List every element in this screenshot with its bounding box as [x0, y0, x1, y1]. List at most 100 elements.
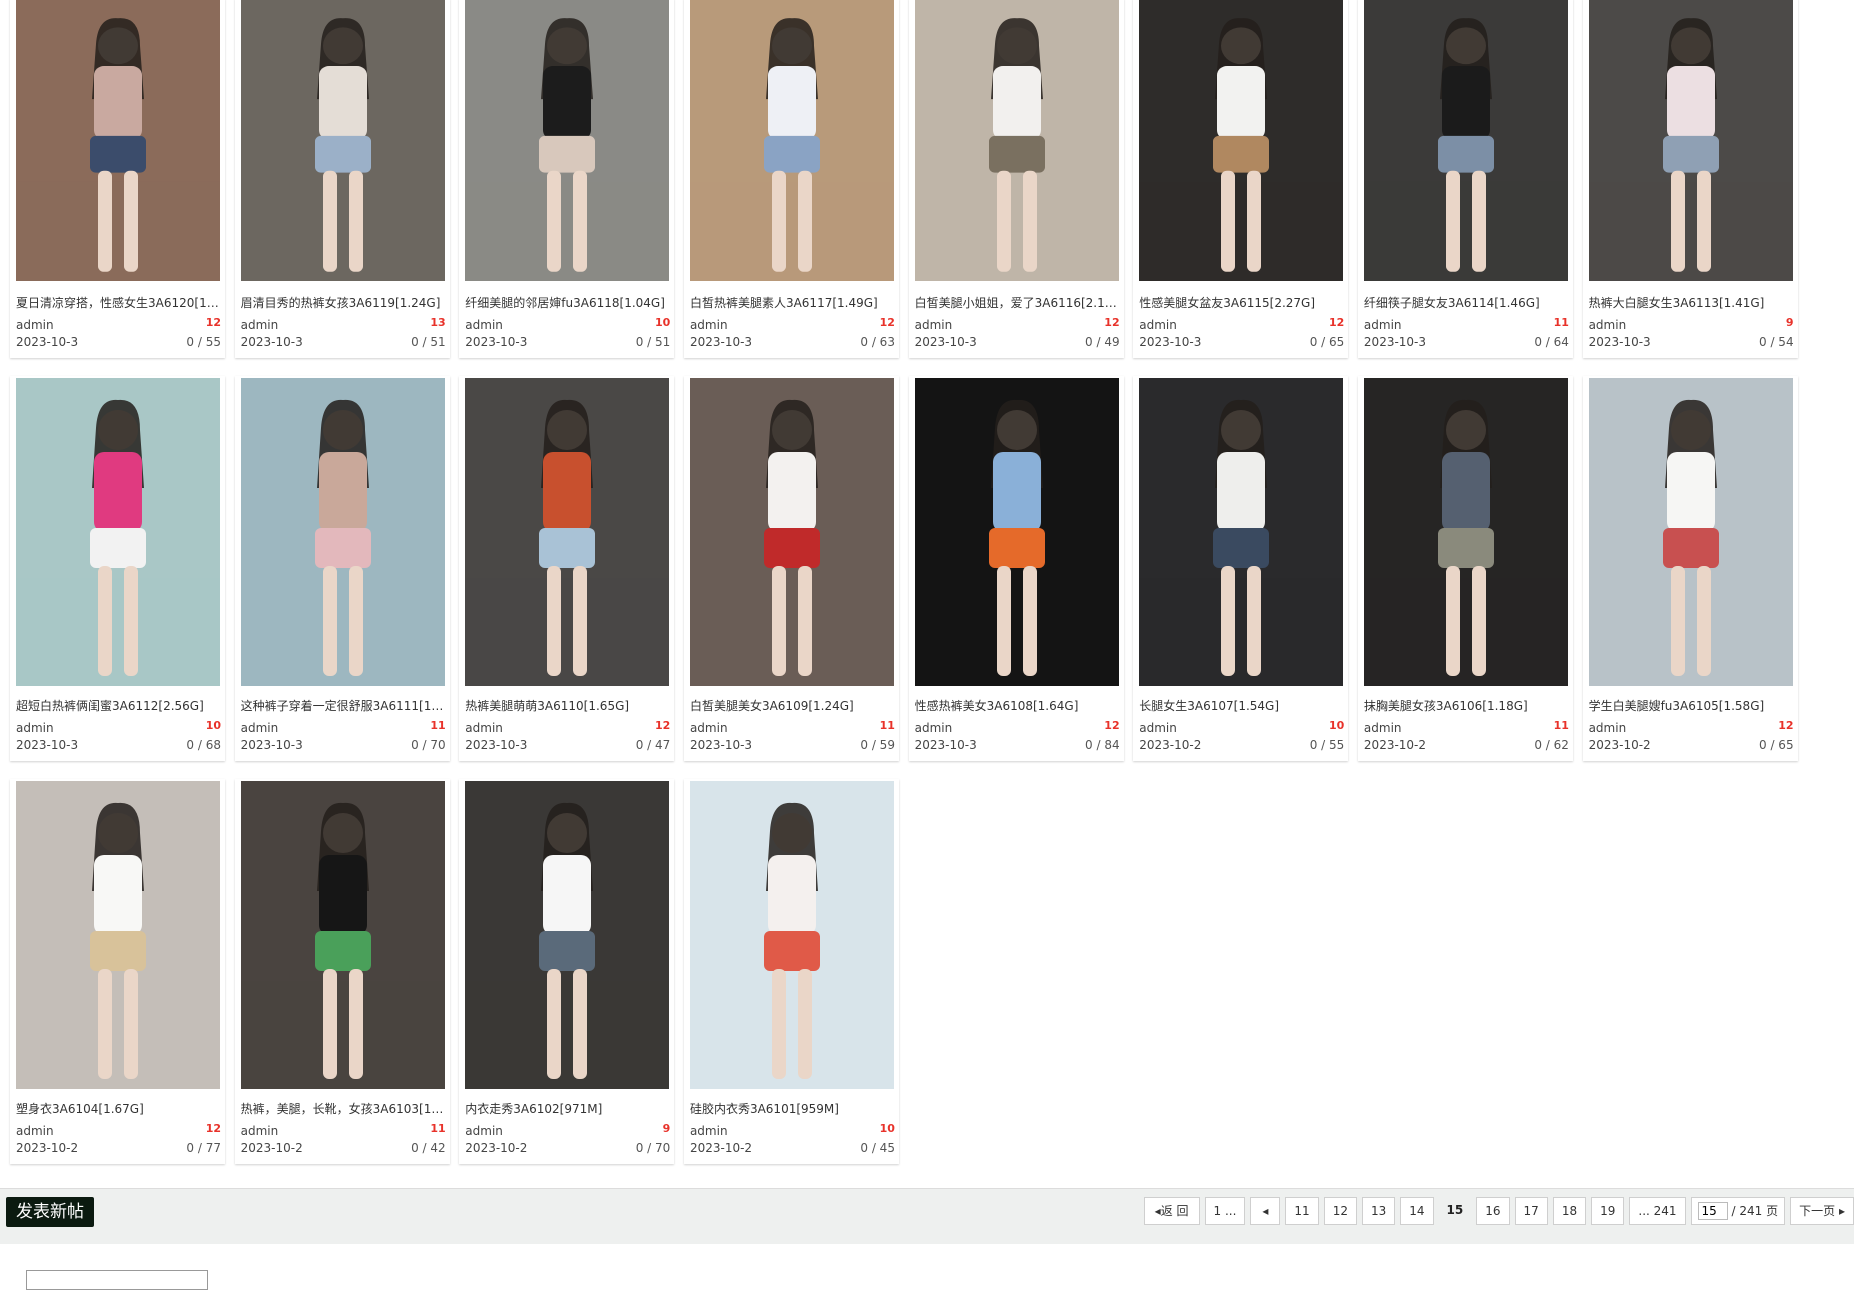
back-label: 返 回	[1160, 1204, 1189, 1218]
page-first[interactable]: 1 ...	[1204, 1197, 1246, 1225]
thread-author[interactable]: admin	[465, 318, 503, 332]
page-jump: / 241 页	[1690, 1197, 1786, 1225]
thread-date: 2023-10-2	[16, 1141, 79, 1155]
thread-title[interactable]: 内衣走秀3A6102[971M]	[465, 1100, 670, 1117]
thread-card[interactable]: 热裤美腿萌萌3A6110[1.65G] admin 12 2023-10-3 0 / 4…	[459, 376, 675, 761]
thread-title[interactable]: 热裤，美腿，长靴，女孩3A6103[1....	[241, 1100, 446, 1117]
thread-author[interactable]: admin	[241, 318, 279, 332]
thread-author[interactable]: admin	[16, 721, 54, 735]
thread-title[interactable]: 纤细筷子腿女友3A6114[1.46G]	[1364, 294, 1569, 311]
page-last[interactable]: ... 241	[1629, 1197, 1686, 1225]
thread-card[interactable]: 白皙美腿小姐姐，爱了3A6116[2.18G] admin 12 2023-10-3 0…	[908, 0, 1124, 358]
thread-card[interactable]: 塑身衣3A6104[1.67G] admin 12 2023-10-2 0 / 77	[10, 779, 225, 1164]
thread-title[interactable]: 眉清目秀的热裤女孩3A6119[1.24G]	[241, 294, 446, 311]
thread-title[interactable]: 这种裤子穿着一定很舒服3A6111[1....	[241, 697, 446, 714]
thread-author[interactable]: admin	[465, 1124, 503, 1138]
thread-title[interactable]: 超短白热裤俩闺蜜3A6112[2.56G]	[16, 697, 221, 714]
thread-author[interactable]: admin	[1364, 318, 1402, 332]
thread-author[interactable]: admin	[241, 1124, 279, 1138]
thread-card[interactable]: 长腿女生3A6107[1.54G] admin 10 2023-10-2 0 / 55	[1133, 376, 1349, 761]
thread-thumbnail[interactable]	[689, 0, 894, 281]
thread-author[interactable]: admin	[1589, 721, 1627, 735]
thread-thumbnail[interactable]	[16, 781, 220, 1089]
thread-thumbnail[interactable]	[1139, 378, 1344, 686]
page-link[interactable]: 17	[1514, 1197, 1548, 1225]
thread-card[interactable]: 纤细筷子腿女友3A6114[1.46G] admin 11 2023-10-3 0 / …	[1357, 0, 1573, 358]
thread-thumbnail[interactable]	[914, 0, 1119, 281]
thread-title[interactable]: 塑身衣3A6104[1.67G]	[16, 1100, 221, 1117]
thread-thumbnail[interactable]	[689, 781, 894, 1089]
thread-thumbnail[interactable]	[914, 378, 1119, 686]
thread-author[interactable]: admin	[690, 1124, 728, 1138]
thread-author[interactable]: admin	[915, 721, 953, 735]
thread-author[interactable]: admin	[1139, 721, 1177, 735]
thread-card[interactable]: 超短白热裤俩闺蜜3A6112[2.56G] admin 10 2023-10-3 0 /…	[10, 376, 225, 761]
thread-author[interactable]: admin	[690, 318, 728, 332]
page-link[interactable]: 16	[1476, 1197, 1510, 1225]
thread-thumbnail[interactable]	[1588, 378, 1793, 686]
thread-thumbnail[interactable]	[689, 378, 894, 686]
thread-thumbnail[interactable]	[465, 378, 670, 686]
page-link[interactable]: 18	[1552, 1197, 1587, 1225]
thread-title[interactable]: 热裤美腿萌萌3A6110[1.65G]	[465, 697, 670, 714]
thread-author[interactable]: admin	[465, 721, 503, 735]
thread-title[interactable]: 白皙热裤美腿素人3A6117[1.49G]	[690, 294, 895, 311]
thread-title[interactable]: 纤细美腿的邻居婶fu3A6118[1.04G]	[465, 294, 670, 311]
page-link[interactable]: 19	[1591, 1197, 1625, 1225]
thread-author[interactable]: admin	[690, 721, 728, 735]
thread-title[interactable]: 硅胶内衣秀3A6101[959M]	[690, 1100, 895, 1117]
thread-title[interactable]: 长腿女生3A6107[1.54G]	[1139, 697, 1344, 714]
thread-title[interactable]: 夏日清凉穿搭，性感女生3A6120[1....	[16, 294, 221, 311]
thread-card[interactable]: 性感美腿女盆友3A6115[2.27G] admin 12 2023-10-3 0 / …	[1133, 0, 1349, 358]
page-link[interactable]: 13	[1361, 1197, 1396, 1225]
thread-title[interactable]: 白皙美腿美女3A6109[1.24G]	[690, 697, 895, 714]
thread-author[interactable]: admin	[16, 1124, 54, 1138]
thread-author[interactable]: admin	[1589, 318, 1627, 332]
thread-card[interactable]: 这种裤子穿着一定很舒服3A6111[1.... admin 11 2023-10-3 0…	[234, 376, 450, 761]
thread-card[interactable]: 眉清目秀的热裤女孩3A6119[1.24G] admin 13 2023-10-3 0 …	[234, 0, 450, 358]
thread-thumbnail[interactable]	[240, 781, 445, 1089]
prev-page-button[interactable]: ◂	[1250, 1197, 1281, 1225]
thread-card[interactable]: 热裤大白腿女生3A6113[1.41G] admin 9 2023-10-3 0 / 5…	[1582, 0, 1798, 358]
thread-author[interactable]: admin	[241, 721, 279, 735]
thread-thumbnail[interactable]	[1588, 0, 1793, 281]
thread-thumbnail[interactable]	[1139, 0, 1344, 281]
thread-card[interactable]: 性感热裤美女3A6108[1.64G] admin 12 2023-10-3 0 / 8…	[908, 376, 1124, 761]
thread-thumbnail[interactable]	[240, 378, 445, 686]
thread-card[interactable]: 白皙美腿美女3A6109[1.24G] admin 11 2023-10-3 0 / 5…	[683, 376, 899, 761]
reply-view-count: 0 / 77	[186, 1141, 221, 1155]
thread-author[interactable]: admin	[1139, 318, 1177, 332]
page-link[interactable]: 12	[1323, 1197, 1357, 1225]
thread-card[interactable]: 纤细美腿的邻居婶fu3A6118[1.04G] admin 10 2023-10-3 0…	[459, 0, 675, 358]
page-jump-input[interactable]	[1697, 1202, 1728, 1220]
thread-title[interactable]: 学生白美腿嫂fu3A6105[1.58G]	[1589, 697, 1794, 714]
thread-thumbnail[interactable]	[1363, 0, 1568, 281]
thread-thumbnail[interactable]	[465, 781, 670, 1089]
next-page-button[interactable]: 下一页 ▸	[1790, 1197, 1854, 1225]
thread-thumbnail[interactable]	[16, 0, 220, 281]
thread-card[interactable]: 硅胶内衣秀3A6101[959M] admin 10 2023-10-2 0 / 45	[683, 779, 899, 1164]
thread-card[interactable]: 白皙热裤美腿素人3A6117[1.49G] admin 12 2023-10-3 0 /…	[683, 0, 899, 358]
page-link[interactable]: 14	[1400, 1197, 1434, 1225]
thread-card[interactable]: 内衣走秀3A6102[971M] admin 9 2023-10-2 0 / 70	[459, 779, 675, 1164]
thread-author[interactable]: admin	[16, 318, 54, 332]
thread-title[interactable]: 白皙美腿小姐姐，爱了3A6116[2.18G]	[915, 294, 1120, 311]
thread-date: 2023-10-2	[240, 1141, 303, 1155]
thread-thumbnail[interactable]	[16, 378, 220, 686]
new-post-button[interactable]: 发表新帖	[6, 1197, 94, 1227]
thread-author[interactable]: admin	[1364, 721, 1402, 735]
page-link[interactable]: 11	[1285, 1197, 1319, 1225]
thread-card[interactable]: 热裤，美腿，长靴，女孩3A6103[1.... admin 11 2023-10-2 0…	[234, 779, 450, 1164]
thread-title[interactable]: 性感热裤美女3A6108[1.64G]	[915, 697, 1120, 714]
thread-thumbnail[interactable]	[465, 0, 670, 281]
thread-title[interactable]: 抹胸美腿女孩3A6106[1.18G]	[1364, 697, 1569, 714]
thread-thumbnail[interactable]	[240, 0, 445, 281]
thread-card[interactable]: 夏日清凉穿搭，性感女生3A6120[1.... admin 12 2023-10-3 0…	[10, 0, 225, 358]
thread-title[interactable]: 性感美腿女盆友3A6115[2.27G]	[1139, 294, 1344, 311]
thread-author[interactable]: admin	[915, 318, 953, 332]
thread-title[interactable]: 热裤大白腿女生3A6113[1.41G]	[1589, 294, 1794, 311]
thread-card[interactable]: 抹胸美腿女孩3A6106[1.18G] admin 11 2023-10-2 0 / 6…	[1357, 376, 1573, 761]
back-button[interactable]: ◂返 回	[1143, 1197, 1200, 1225]
thread-card[interactable]: 学生白美腿嫂fu3A6105[1.58G] admin 12 2023-10-2 0 /…	[1582, 376, 1798, 761]
thread-thumbnail[interactable]	[1363, 378, 1568, 686]
